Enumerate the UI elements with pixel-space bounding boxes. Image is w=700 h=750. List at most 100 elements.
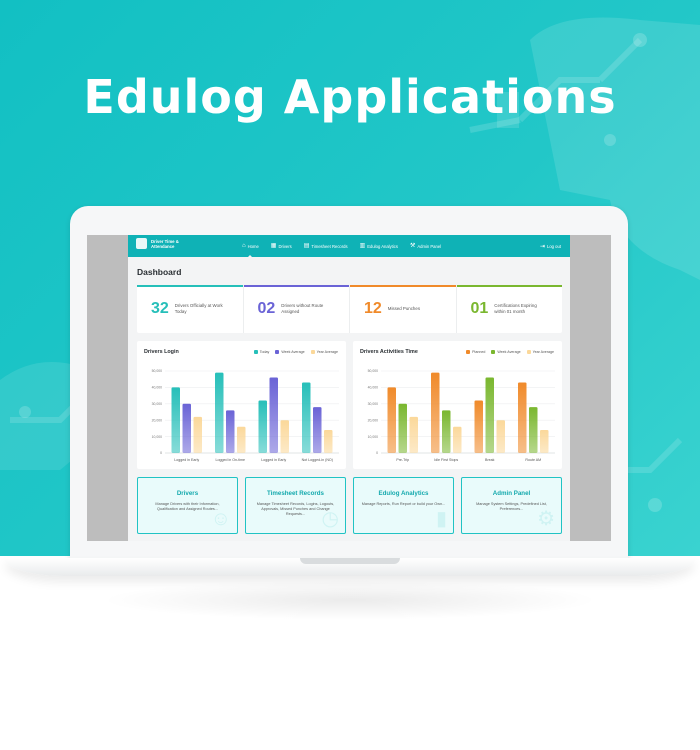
drivers-activities-chart-card: Drivers Activities Time Planned Week Ave… <box>353 341 562 469</box>
chart-title: Drivers Activities Time <box>360 349 418 355</box>
tile-title: Edulog Analytics <box>378 490 429 497</box>
logout-icon: ⇥ <box>539 243 546 250</box>
legend-label: Planned <box>472 350 486 354</box>
headline: Edulog Applications <box>83 70 617 124</box>
legend-label: Week Average <box>281 350 305 354</box>
users-watermark-icon: ☺ <box>210 508 231 530</box>
laptop-notch <box>300 558 400 564</box>
chart-legend: Planned Week Average Year Average <box>466 350 554 354</box>
logout-button[interactable]: ⇥ Log out <box>540 235 561 257</box>
x-tick-label: Logged in Early <box>261 458 286 462</box>
brand[interactable]: Driver Time & Attendance <box>136 238 191 249</box>
clock-watermark-icon: ◷ <box>321 508 339 530</box>
y-tick-label: 40,000 <box>368 386 378 390</box>
nav-drivers-label: Drivers <box>278 243 292 249</box>
legend-swatch <box>466 350 471 354</box>
legend-label: Today <box>259 350 270 354</box>
legend-item[interactable]: Planned <box>466 350 485 354</box>
tile-title: Drivers <box>176 490 199 497</box>
nav-analytics-label: Edulog Analytics <box>367 243 398 249</box>
wrench-icon: ⚒ <box>409 243 416 249</box>
legend-item[interactable]: Week Average <box>491 350 521 354</box>
bar <box>529 407 538 453</box>
home-icon: ⌂ <box>242 243 246 249</box>
tile-title: Timesheet Records <box>267 490 324 497</box>
bar <box>453 426 462 453</box>
legend-item[interactable]: Year Average <box>310 350 338 354</box>
timesheet-icon: ▤ <box>303 243 310 249</box>
bar <box>485 377 494 453</box>
stats-row: 32 Drivers Officially at Work Today 02 D… <box>137 285 562 333</box>
nav-home[interactable]: ⌂ Home <box>242 235 259 258</box>
main-nav: ⌂ Home ▦ Drivers ▤ Timesheet Records ▥ Edulo… <box>242 235 441 258</box>
bar <box>387 387 396 453</box>
bar <box>193 416 202 453</box>
y-tick-label: 30,000 <box>368 402 378 406</box>
drivers-activities-chart: 0 10,000 20,000 30,000 40,000 50,000 Pre-Trip I… <box>368 369 555 462</box>
stat-label: Missed Punches <box>387 306 421 311</box>
tile-description: Manage Reports, Run Report or build your… <box>361 502 446 506</box>
laptop-screen: Driver Time & Attendance ⌂ Home ▦ Drivers … <box>87 235 611 541</box>
y-tick-label: 50,000 <box>368 369 378 373</box>
bar <box>280 420 289 453</box>
stat-accent-bar <box>243 285 349 287</box>
top-nav-bar: Driver Time & Attendance ⌂ Home ▦ Drivers … <box>128 235 570 258</box>
bar <box>409 416 418 453</box>
y-tick-label: 30,000 <box>152 402 162 406</box>
bar <box>518 382 527 453</box>
y-tick-label: 40,000 <box>152 386 162 390</box>
tile-edulog-analytics[interactable]: Edulog Analytics Manage Reports, Run Rep… <box>353 477 454 534</box>
laptop-shadow <box>100 580 600 620</box>
nav-admin-label: Admin Panel <box>417 243 442 249</box>
y-tick-label: 10,000 <box>368 435 378 439</box>
tile-admin-panel[interactable]: Admin Panel Manage System Settings, Pred… <box>461 477 562 534</box>
x-tick-label: Logged in Early <box>174 458 199 462</box>
bar <box>226 410 235 453</box>
legend-swatch <box>310 350 315 354</box>
bus-logo-icon <box>136 238 147 249</box>
x-tick-label: Break <box>485 458 495 462</box>
gear-watermark-icon: ⚙ <box>537 508 555 530</box>
bar <box>442 410 451 453</box>
y-tick-label: 0 <box>160 451 162 455</box>
stat-label: Certifications Expiring within 01 month <box>494 303 537 314</box>
nav-edulog-analytics[interactable]: ▥ Edulog Analytics <box>360 235 398 257</box>
bar <box>313 407 322 453</box>
x-tick-label: Idle First Stops <box>434 458 458 462</box>
stat-value: 01 <box>470 300 489 317</box>
legend-swatch <box>275 350 280 354</box>
bar <box>237 426 246 453</box>
app-tiles: Drivers Manage Drivers with their Inform… <box>137 477 562 535</box>
stat-card[interactable]: 12 Missed Punches <box>350 285 457 333</box>
tile-title: Admin Panel <box>492 490 531 497</box>
legend-swatch <box>526 350 531 354</box>
y-tick-label: 10,000 <box>152 435 162 439</box>
dashboard-app: Driver Time & Attendance ⌂ Home ▦ Drivers … <box>128 235 570 541</box>
legend-item[interactable]: Year Average <box>526 350 554 354</box>
stat-accent-bar <box>456 285 562 287</box>
chart-legend: Today Week Average Year Average <box>253 350 338 354</box>
bar <box>171 387 180 453</box>
legend-label: Year Average <box>532 350 554 354</box>
stat-label: Drivers Officially at Work Today <box>174 303 223 314</box>
nav-timesheet-label: Timesheet Records <box>311 243 348 249</box>
tile-drivers[interactable]: Drivers Manage Drivers with their Inform… <box>137 477 238 534</box>
bar <box>431 372 440 453</box>
nav-timesheet-records[interactable]: ▤ Timesheet Records <box>304 235 348 257</box>
nav-drivers[interactable]: ▦ Drivers <box>271 235 292 257</box>
stat-card[interactable]: 32 Drivers Officially at Work Today <box>137 285 244 333</box>
stat-card[interactable]: 01 Certifications Expiring within 01 mon… <box>456 285 562 333</box>
logout-label: Log out <box>547 243 561 249</box>
y-tick-label: 50,000 <box>152 369 162 373</box>
nav-home-label: Home <box>247 243 259 249</box>
bar <box>324 430 333 453</box>
tile-timesheet-records[interactable]: Timesheet Records Manage Timesheet Recor… <box>245 477 346 534</box>
bar <box>398 403 407 453</box>
drivers-login-chart-card: Drivers Login Today Week Average Year Av… <box>137 341 346 469</box>
y-tick-label: 20,000 <box>368 418 378 422</box>
stat-card[interactable]: 02 Drivers without Route Assigned <box>243 285 350 333</box>
legend-item[interactable]: Today <box>253 350 270 354</box>
legend-item[interactable]: Week Average <box>275 350 305 354</box>
chart-icon: ▦ <box>270 243 277 249</box>
nav-admin-panel[interactable]: ⚒ Admin Panel <box>410 235 441 257</box>
